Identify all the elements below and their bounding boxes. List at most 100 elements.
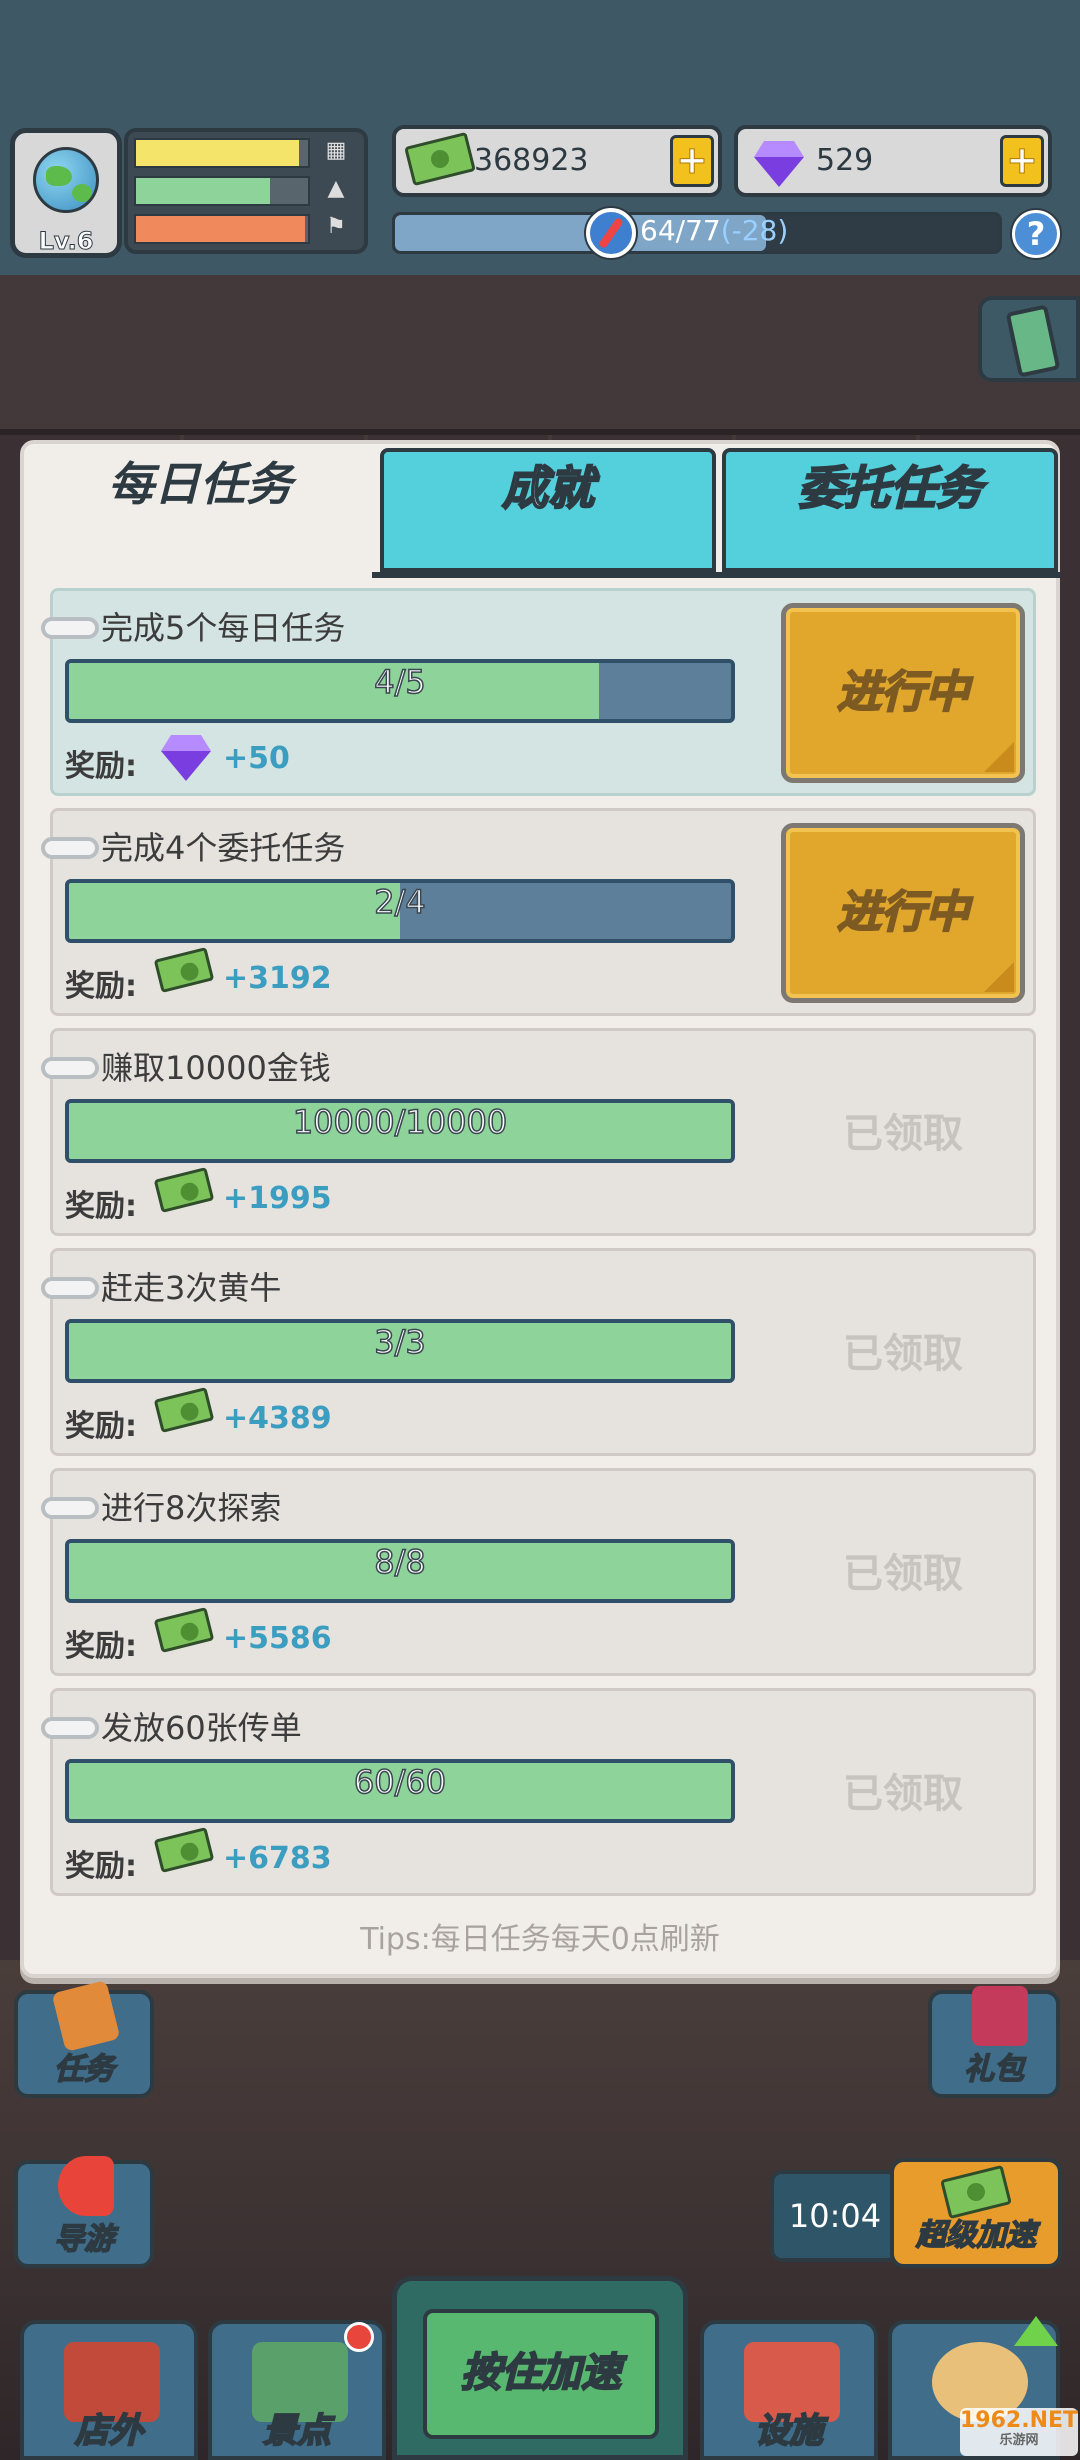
tab-commissions[interactable]: 委托任务 [722, 448, 1058, 572]
reward-amount: +4389 [223, 1401, 332, 1436]
quest-title: 赶走3次黄牛 [101, 1269, 282, 1307]
tips-text: Tips:每日任务每天0点刷新 [360, 1922, 720, 1957]
shelf-background [0, 275, 1080, 435]
quest-panel: 每日任务 成就 委托任务 完成5个每日任务 4/5 奖励: +50 进行中 完成4个委托任… [20, 440, 1060, 1978]
quest-progress-bar: 10000/10000 [65, 1099, 735, 1163]
quest-progress-text: 4/5 [374, 663, 427, 702]
quest-progress-text: 10000/10000 [292, 1103, 508, 1142]
upgrade-arrow-icon [1014, 2316, 1058, 2346]
quest-progress-text: 2/4 [374, 883, 427, 922]
boost-timer: 10:04 [770, 2170, 900, 2262]
quest-claimed-label: 已领取 [843, 1111, 963, 1157]
reward-label: 奖励: [65, 1629, 137, 1664]
stat-bar-fill [136, 140, 300, 166]
quest-title: 进行8次探索 [101, 1489, 282, 1527]
quest-progress-text: 60/60 [353, 1763, 447, 1802]
reward-label: 奖励: [65, 1849, 137, 1884]
phone-button[interactable] [978, 296, 1080, 382]
money-value: 368923 [474, 143, 589, 178]
quest-title: 完成5个每日任务 [101, 609, 346, 647]
pin-icon [41, 1497, 99, 1519]
quest-progress-text: 3/3 [374, 1323, 427, 1362]
reward-label: 奖励: [65, 749, 137, 784]
quest-in-progress-button[interactable]: 进行中 [781, 823, 1025, 1003]
reward-amount: +6783 [223, 1841, 332, 1876]
stat-bar [134, 138, 310, 168]
landscape-icon: ▲ [327, 176, 345, 201]
compass-icon [586, 208, 636, 258]
building-icon: ▦ [325, 138, 347, 163]
player-level: Lv.6 [38, 227, 94, 256]
stat-bar [134, 214, 310, 244]
quest-title: 完成4个委托任务 [101, 829, 346, 867]
tab-daily-tasks[interactable]: 每日任务 [28, 448, 372, 572]
quest-title: 发放60张传单 [101, 1709, 302, 1747]
guide-button[interactable]: 导游 [14, 2156, 154, 2268]
quest-item: 完成4个委托任务 2/4 奖励: +3192 进行中 [41, 808, 1036, 1016]
quest-claimed-label: 已领取 [843, 1331, 963, 1377]
flag-icon: ⚑ [326, 214, 346, 239]
gem-icon [157, 733, 211, 779]
stat-bar-fill [136, 216, 305, 242]
stat-bar [134, 176, 310, 206]
stat-bar-fill [136, 178, 271, 204]
cash-icon [153, 1166, 215, 1214]
player-avatar[interactable]: Lv.6 [10, 128, 122, 258]
add-gems-button[interactable]: + [1000, 135, 1044, 187]
gem-counter: 529 + [734, 125, 1052, 197]
cash-icon [153, 1826, 215, 1874]
super-boost-button[interactable]: 超级加速 [890, 2158, 1062, 2268]
quest-progress-bar: 3/3 [65, 1319, 735, 1383]
reward-label: 奖励: [65, 1409, 137, 1444]
reward-amount: +1995 [223, 1181, 332, 1216]
quest-item: 赶走3次黄牛 3/3 奖励: +4389 已领取 [41, 1248, 1036, 1456]
megaphone-icon [58, 2156, 114, 2216]
exploration-text: 64/77(-28) [640, 214, 789, 247]
quest-item: 赚取10000金钱 10000/10000 奖励: +1995 已领取 [41, 1028, 1036, 1236]
quest-title: 赚取10000金钱 [101, 1049, 331, 1087]
reward-amount: +5586 [223, 1621, 332, 1656]
tab-achievements[interactable]: 成就 [380, 448, 716, 572]
hold-to-boost-button[interactable]: 按住加速 [392, 2276, 688, 2460]
pin-icon [41, 1277, 99, 1299]
watermark: 1962.NET 乐游网 [960, 2408, 1078, 2456]
tab-divider [372, 572, 1060, 578]
pin-icon [41, 1057, 99, 1079]
help-button[interactable]: ? [1012, 210, 1060, 258]
quest-progress-bar: 60/60 [65, 1759, 735, 1823]
cash-icon [404, 131, 476, 187]
quest-item: 发放60张传单 60/60 奖励: +6783 已领取 [41, 1688, 1036, 1896]
quest-progress-bar: 2/4 [65, 879, 735, 943]
pin-icon [41, 1717, 99, 1739]
reward-amount: +3192 [223, 961, 332, 996]
quest-item: 完成5个每日任务 4/5 奖励: +50 进行中 [41, 588, 1036, 796]
quest-progress-bar: 4/5 [65, 659, 735, 723]
tasks-button[interactable]: 任务 [14, 1980, 154, 2098]
quest-item: 进行8次探索 8/8 奖励: +5586 已领取 [41, 1468, 1036, 1676]
money-counter: 368923 + [392, 125, 722, 197]
cash-icon [153, 946, 215, 994]
quest-progress-text: 8/8 [374, 1543, 427, 1582]
nav-outside-button[interactable]: 店外 [20, 2320, 198, 2460]
add-money-button[interactable]: + [670, 135, 714, 187]
pin-icon [41, 617, 99, 639]
cash-icon [153, 1386, 215, 1434]
quest-in-progress-button[interactable]: 进行中 [781, 603, 1025, 783]
quest-claimed-label: 已领取 [843, 1551, 963, 1597]
quest-progress-bar: 8/8 [65, 1539, 735, 1603]
cash-icon [153, 1606, 215, 1654]
gift-pack-button[interactable]: 礼包 [928, 1986, 1060, 2098]
gem-value: 529 [816, 143, 874, 178]
pin-icon [41, 837, 99, 859]
nav-facilities-button[interactable]: 设施 [700, 2320, 878, 2460]
reward-label: 奖励: [65, 1189, 137, 1224]
quest-claimed-label: 已领取 [843, 1771, 963, 1817]
gem-icon [750, 139, 814, 181]
reward-label: 奖励: [65, 969, 137, 1004]
reward-amount: +50 [223, 741, 290, 776]
stats-panel[interactable]: ▦ ▲ ⚑ [124, 128, 368, 254]
notification-badge [344, 2322, 374, 2352]
book-icon [51, 1980, 121, 2052]
globe-icon [33, 147, 99, 213]
gift-icon [972, 1986, 1028, 2046]
